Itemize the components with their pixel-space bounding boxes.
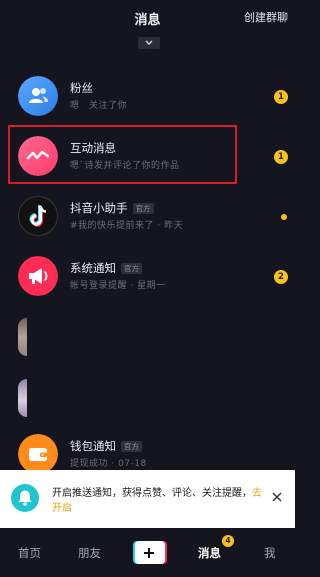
message-item-fans[interactable]: 粉丝 嗯 关注了你 1 [0,67,295,127]
message-title: 抖音小助手 官方 [70,200,154,216]
messages-count-badge: 4 [222,535,234,547]
official-tag: 官方 [132,203,154,214]
message-title-text: 抖音小助手 [70,201,128,215]
push-permission-banner[interactable]: 开启推送通知，获得点赞、评论、关注提醒，去开启 [0,470,295,528]
official-tag: 官方 [121,441,142,452]
conversation-avatar[interactable] [18,318,27,356]
message-title-text: 钱包通知 [70,439,116,453]
assistant-avatar [18,196,58,236]
message-preview: 提现成功 · 07-18 [70,459,147,469]
megaphone-icon [18,256,58,296]
tiktok-note-icon [18,196,58,236]
message-preview: 嗯 关注了你 [70,101,128,111]
banner-message: 开启推送通知，获得点赞、评论、关注提醒， [52,488,252,499]
plus-icon [144,548,154,558]
unread-badge: 1 [274,150,288,164]
wallet-avatar [18,434,58,474]
fans-avatar [18,76,58,116]
unread-dot [281,214,287,220]
message-preview: #我的快乐提前来了 · 昨天 [70,221,184,231]
top-bar: 消息 创建群聊 [0,0,295,36]
message-title: 粉丝 [70,81,93,95]
message-preview: 帐号登录提醒 · 星期一 [70,281,166,291]
people-icon [18,76,58,116]
bell-icon [11,484,39,512]
expand-toggle[interactable] [138,37,160,49]
wallet-icon [18,434,58,474]
nav-friends[interactable]: 朋友 [78,545,101,561]
selection-highlight [8,125,237,184]
create-group-button[interactable]: 创建群聊 [244,9,288,25]
banner-text: 开启推送通知，获得点赞、评论、关注提醒，去开启 [52,486,270,516]
official-tag: 官方 [121,263,142,274]
close-icon[interactable] [270,490,284,504]
unread-badge: 2 [274,270,288,284]
nav-me[interactable]: 我 [264,545,276,561]
chevron-down-icon [145,40,153,45]
unread-badge: 1 [274,90,288,104]
system-avatar [18,256,58,296]
create-button[interactable] [133,541,167,564]
message-item-assistant[interactable]: 抖音小助手 官方 #我的快乐提前来了 · 昨天 [0,187,295,247]
conversation-avatar[interactable] [18,379,27,417]
message-title: 系统通知 官方 [70,260,142,276]
bottom-navigation: 首页 朋友 消息 4 我 [0,528,295,577]
message-title-text: 系统通知 [70,261,116,275]
nav-messages[interactable]: 消息 [198,545,221,561]
message-title: 钱包通知 官方 [70,438,142,454]
message-item-system[interactable]: 系统通知 官方 帐号登录提醒 · 星期一 2 [0,247,295,307]
nav-home[interactable]: 首页 [18,545,41,561]
